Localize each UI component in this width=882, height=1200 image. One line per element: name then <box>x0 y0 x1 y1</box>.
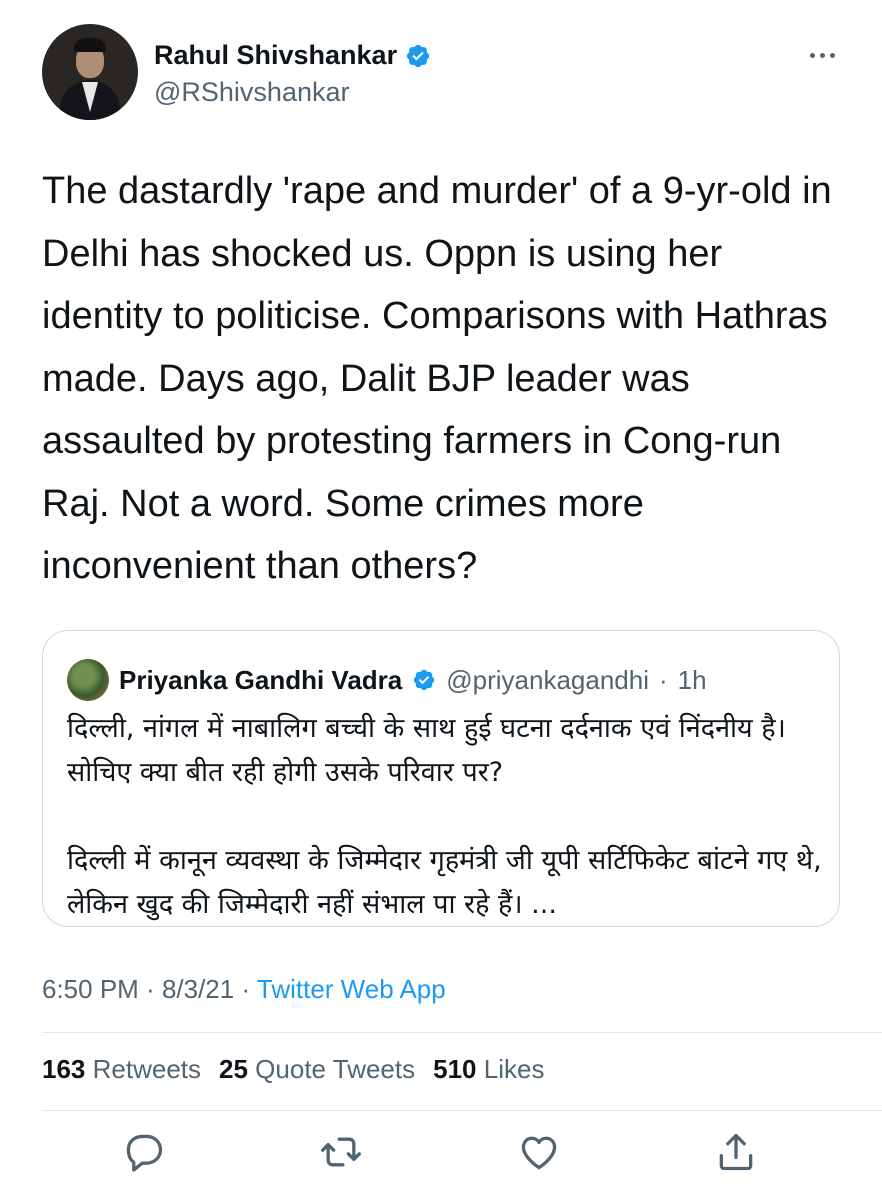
share-icon[interactable] <box>714 1130 758 1174</box>
quoted-timestamp: 1h <box>677 664 707 695</box>
heart-icon[interactable] <box>517 1130 561 1174</box>
author-name-row: Rahul Shivshankar <box>154 40 431 71</box>
author-name[interactable]: Rahul Shivshankar <box>154 40 397 71</box>
more-dot <box>819 52 825 58</box>
retweets-stat[interactable]: 163 Retweets <box>42 1054 201 1085</box>
retweet-icon[interactable] <box>319 1130 363 1174</box>
tweet-header: Rahul Shivshankar @RShivshankar <box>42 22 842 122</box>
quoted-tweet-card[interactable]: Priyanka Gandhi Vadra @priyankagandhi · … <box>42 630 840 927</box>
likes-stat[interactable]: 510 Likes <box>433 1054 544 1085</box>
quoted-author-name: Priyanka Gandhi Vadra <box>119 664 403 695</box>
quote-tweets-stat[interactable]: 25 Quote Tweets <box>219 1054 415 1085</box>
quoted-author-avatar <box>67 659 109 701</box>
more-dots-icon[interactable] <box>802 40 842 70</box>
author-handle[interactable]: @RShivshankar <box>154 77 350 108</box>
divider <box>42 1110 882 1111</box>
more-dot <box>809 52 815 58</box>
meta-separator: · <box>138 974 162 1004</box>
quote-tweets-count: 25 <box>219 1054 248 1084</box>
quoted-author-handle: @priyankagandhi <box>446 664 649 695</box>
tweet-text: The dastardly 'rape and murder' of a 9-y… <box>42 170 832 587</box>
quoted-paragraph: दिल्ली में कानून व्यवस्था के जिम्मेदार ग… <box>67 845 822 920</box>
avatar-hair <box>74 38 106 52</box>
tweet-time: 6:50 PM <box>42 974 139 1004</box>
quote-tweets-label: Quote Tweets <box>255 1054 416 1084</box>
tweet-actions <box>0 1130 882 1180</box>
reply-icon[interactable] <box>122 1130 166 1174</box>
tweet-date[interactable]: 8/3/21 <box>162 974 234 1004</box>
quoted-paragraph: दिल्ली, नांगल में नाबालिग बच्ची के साथ ह… <box>67 713 786 788</box>
divider <box>42 1032 882 1033</box>
meta-separator: · <box>234 974 257 1004</box>
tweet-stats: 163 Retweets 25 Quote Tweets 510 Likes <box>42 1054 544 1085</box>
verified-badge-icon <box>413 669 435 691</box>
tweet-meta: 6:50 PM · 8/3/21 · Twitter Web App <box>42 974 446 1005</box>
likes-count: 510 <box>433 1054 477 1084</box>
quoted-tweet-header: Priyanka Gandhi Vadra @priyankagandhi · … <box>67 659 707 701</box>
quoted-separator: · <box>658 664 668 695</box>
retweets-count: 163 <box>42 1054 86 1084</box>
tweet-source[interactable]: Twitter Web App <box>257 974 446 1004</box>
more-dot <box>829 52 835 58</box>
author-avatar[interactable] <box>42 24 138 120</box>
likes-label: Likes <box>483 1054 545 1084</box>
quoted-tweet-text: दिल्ली, नांगल में नाबालिग बच्ची के साथ ह… <box>67 707 827 927</box>
retweets-label: Retweets <box>92 1054 202 1084</box>
verified-badge-icon <box>406 44 430 67</box>
